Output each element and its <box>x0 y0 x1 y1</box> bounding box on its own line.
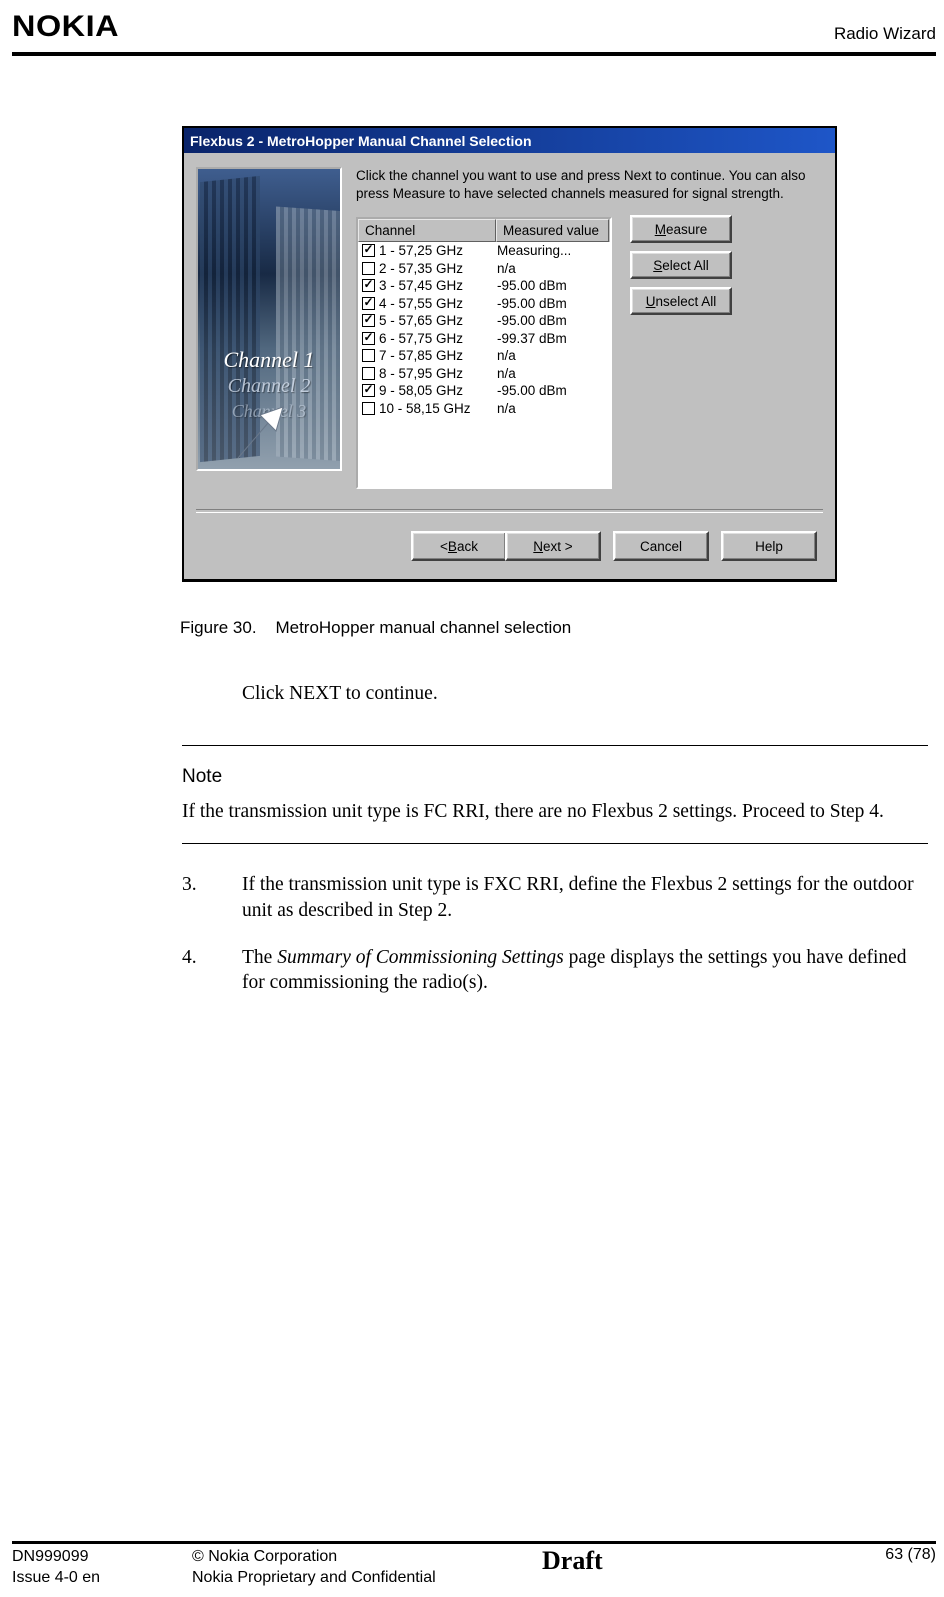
channel-checkbox[interactable] <box>362 367 375 380</box>
channel-row[interactable]: 2 - 57,35 GHzn/a <box>358 260 610 278</box>
note-rule-bottom <box>182 843 928 844</box>
channel-row[interactable]: 3 - 57,45 GHz-95.00 dBm <box>358 277 610 295</box>
step-text: If the transmission unit type is FXC RRI… <box>242 872 928 923</box>
channel-checkbox[interactable] <box>362 244 375 257</box>
measured-value: n/a <box>497 348 608 363</box>
footer-mid: © Nokia Corporation Nokia Proprietary an… <box>192 1546 452 1589</box>
page-header: NOKIA Radio Wizard <box>12 10 936 48</box>
measured-value: -95.00 dBm <box>497 278 608 293</box>
channel-checkbox[interactable] <box>362 332 375 345</box>
channel-checkbox[interactable] <box>362 279 375 292</box>
measured-value: n/a <box>497 401 608 416</box>
measured-value: -95.00 dBm <box>497 296 608 311</box>
channel-label: 6 - 57,75 GHz <box>379 331 497 346</box>
channel-label: 7 - 57,85 GHz <box>379 348 497 363</box>
measured-value: -95.00 dBm <box>497 313 608 328</box>
select-all-button[interactable]: Select All <box>630 251 732 279</box>
channel-label: 1 - 57,25 GHz <box>379 243 497 258</box>
measure-button[interactable]: Measure <box>630 215 732 243</box>
channel-row[interactable]: 10 - 58,15 GHzn/a <box>358 400 610 418</box>
help-button[interactable]: Help <box>721 531 817 561</box>
doc-id: DN999099 <box>12 1546 192 1568</box>
dialog-title: Flexbus 2 - MetroHopper Manual Channel S… <box>190 133 532 149</box>
channel-checkbox[interactable] <box>362 349 375 362</box>
measured-value: -99.37 dBm <box>497 331 608 346</box>
side-image-label-1: Channel 1 <box>198 347 340 373</box>
next-button[interactable]: Next > <box>505 531 601 561</box>
dialog-titlebar: Flexbus 2 - MetroHopper Manual Channel S… <box>184 128 835 153</box>
nokia-logo: NOKIA <box>12 10 119 44</box>
channel-checkbox[interactable] <box>362 384 375 397</box>
channel-label: 9 - 58,05 GHz <box>379 383 497 398</box>
page-footer: DN999099 Issue 4-0 en © Nokia Corporatio… <box>12 1537 936 1589</box>
header-rule-thin <box>12 55 936 56</box>
step-item-3: 3. If the transmission unit type is FXC … <box>182 872 928 923</box>
issue: Issue 4-0 en <box>12 1567 192 1589</box>
channel-label: 10 - 58,15 GHz <box>379 401 497 416</box>
channel-label: 3 - 57,45 GHz <box>379 278 497 293</box>
cancel-button[interactable]: Cancel <box>613 531 709 561</box>
channel-label: 2 - 57,35 GHz <box>379 261 497 276</box>
channel-label: 8 - 57,95 GHz <box>379 366 497 381</box>
channel-row[interactable]: 9 - 58,05 GHz-95.00 dBm <box>358 382 610 400</box>
click-next-text: Click NEXT to continue. <box>242 682 928 707</box>
channel-row[interactable]: 4 - 57,55 GHz-95.00 dBm <box>358 295 610 313</box>
footer-rule <box>12 1541 936 1544</box>
channel-row[interactable]: 1 - 57,25 GHzMeasuring... <box>358 242 610 260</box>
channel-row[interactable]: 6 - 57,75 GHz-99.37 dBm <box>358 330 610 348</box>
classification: Nokia Proprietary and Confidential <box>192 1567 452 1589</box>
listview-header: Channel Measured value <box>358 219 610 242</box>
step-number: 4. <box>182 945 242 996</box>
measured-value: Measuring... <box>497 243 608 258</box>
wizard-button-row: < Back Next > Cancel Help <box>184 513 835 579</box>
channel-checkbox[interactable] <box>362 262 375 275</box>
note-heading: Note <box>182 766 928 788</box>
back-button[interactable]: < Back <box>411 531 507 561</box>
draft-watermark: Draft <box>542 1543 603 1578</box>
wizard-side-image: Channel 1 Channel 2 Channel 3 <box>196 167 342 471</box>
figure-caption-label: Figure 30. <box>180 618 257 637</box>
figure-caption-text: MetroHopper manual channel selection <box>275 618 571 637</box>
arrow-icon <box>228 403 298 463</box>
section-title: Radio Wizard <box>834 24 936 44</box>
measured-value: -95.00 dBm <box>497 383 608 398</box>
step-number: 3. <box>182 872 242 923</box>
dialog-window: Flexbus 2 - MetroHopper Manual Channel S… <box>182 126 837 582</box>
note-body: If the transmission unit type is FC RRI,… <box>182 800 928 825</box>
channel-row[interactable]: 7 - 57,85 GHzn/a <box>358 347 610 365</box>
channel-label: 4 - 57,55 GHz <box>379 296 497 311</box>
copyright: © Nokia Corporation <box>192 1546 452 1568</box>
channel-checkbox[interactable] <box>362 314 375 327</box>
column-header-measured[interactable]: Measured value <box>496 219 609 242</box>
channel-label: 5 - 57,65 GHz <box>379 313 497 328</box>
channel-checkbox[interactable] <box>362 402 375 415</box>
unselect-all-button[interactable]: Unselect All <box>630 287 732 315</box>
channel-row[interactable]: 5 - 57,65 GHz-95.00 dBm <box>358 312 610 330</box>
channel-row[interactable]: 8 - 57,95 GHzn/a <box>358 365 610 383</box>
page-number: 63 (78) <box>856 1546 936 1564</box>
step-item-4: 4. The Summary of Commissioning Settings… <box>182 945 928 996</box>
measured-value: n/a <box>497 366 608 381</box>
dialog-instruction: Click the channel you want to use and pr… <box>356 167 823 203</box>
measured-value: n/a <box>497 261 608 276</box>
note-block: Note If the transmission unit type is FC… <box>182 745 928 844</box>
step-list: 3. If the transmission unit type is FXC … <box>182 872 928 995</box>
step-text: The Summary of Commissioning Settings pa… <box>242 945 928 996</box>
note-rule-top <box>182 745 928 746</box>
channel-listview[interactable]: Channel Measured value 1 - 57,25 GHzMeas… <box>356 217 612 489</box>
channel-checkbox[interactable] <box>362 297 375 310</box>
footer-left: DN999099 Issue 4-0 en <box>12 1546 192 1589</box>
column-header-channel[interactable]: Channel <box>358 219 496 242</box>
figure-screenshot: Flexbus 2 - MetroHopper Manual Channel S… <box>182 126 928 638</box>
side-image-label-2: Channel 2 <box>198 375 340 398</box>
figure-caption: Figure 30. MetroHopper manual channel se… <box>180 618 928 638</box>
